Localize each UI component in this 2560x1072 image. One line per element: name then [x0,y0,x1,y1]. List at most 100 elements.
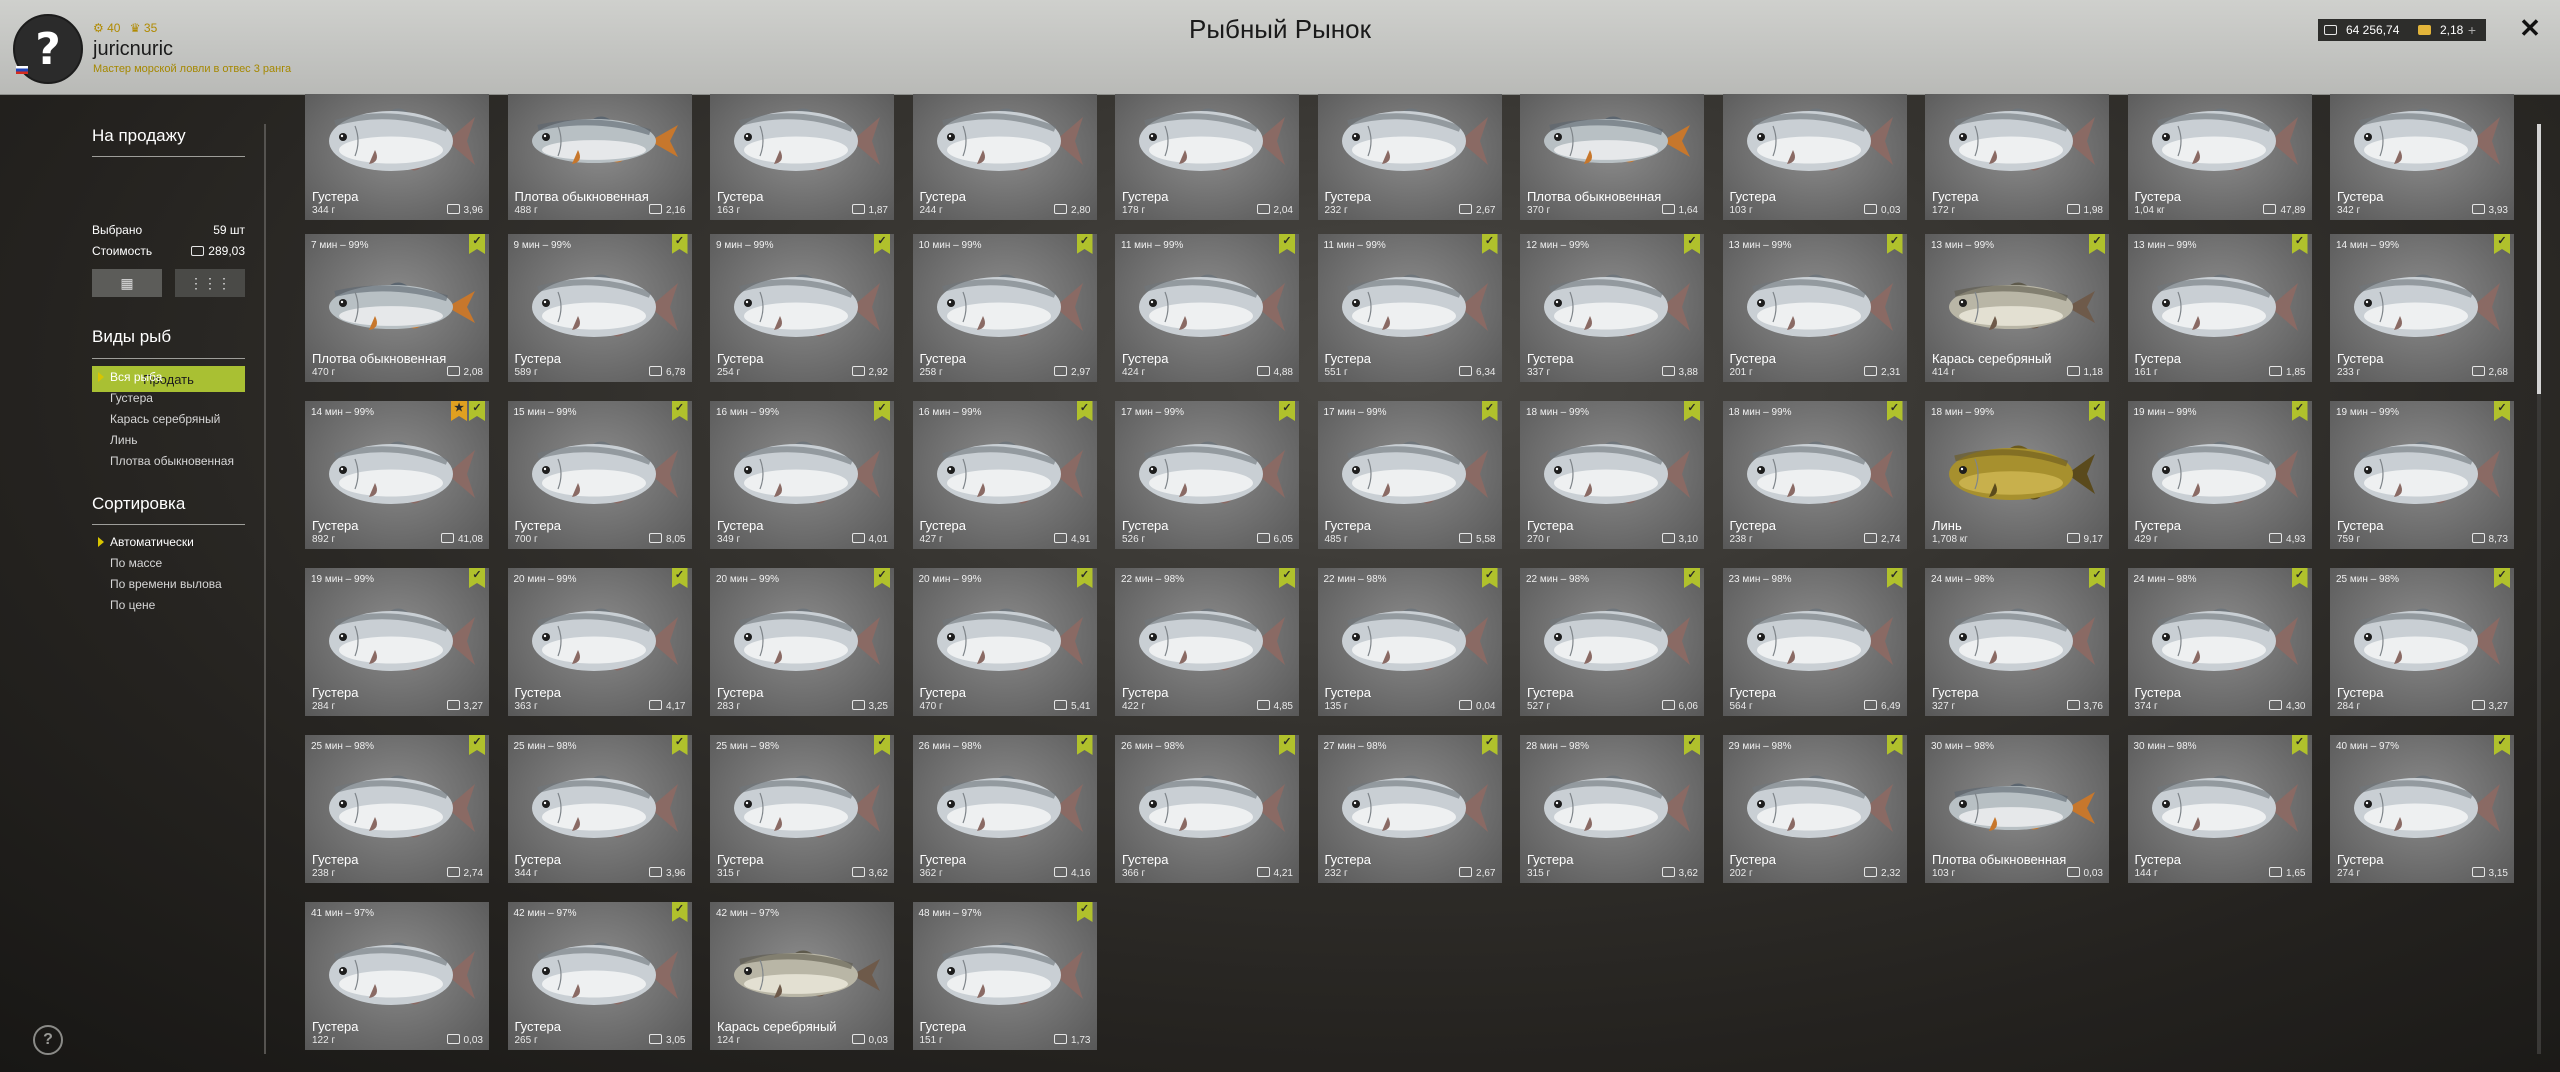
selected-check-icon[interactable]: ✓ [2291,234,2308,254]
close-button[interactable]: ✕ [2516,13,2544,43]
fish-card[interactable]: 23 мин – 98% ✓ Густера 564 г 6,49 [1722,568,1907,716]
selected-check-icon[interactable]: ✓ [469,735,485,755]
fish-card[interactable]: Густера 178 г 2,04 [1115,94,1299,220]
fish-card[interactable]: 11 мин – 99% ✓ Густера 551 г 6,34 [1317,234,1502,382]
fish-card[interactable]: Плотва обыкновенная 370 г 1,64 [1520,94,1704,220]
fish-card[interactable]: 40 мин – 97% ✓ Густера 274 г 3,15 [2330,735,2514,883]
fish-card[interactable]: 20 мин – 99% ✓ Густера 363 г 4,17 [507,568,692,716]
selected-check-icon[interactable]: ✓ [1481,234,1498,254]
selected-check-icon[interactable]: ✓ [671,735,688,755]
selected-check-icon[interactable]: ✓ [1076,234,1093,254]
selected-check-icon[interactable]: ✓ [671,568,688,588]
fish-card[interactable]: 7 мин – 99% ✓ Плотва обыкновенная 470 г 2,08 [305,234,489,382]
selected-check-icon[interactable]: ✓ [1076,568,1093,588]
fish-card[interactable]: 26 мин – 98% ✓ Густера 362 г 4,16 [912,735,1097,883]
selected-check-icon[interactable]: ✓ [874,735,890,755]
fish-card[interactable]: 9 мин – 99% ✓ Густера 254 г 2,92 [710,234,894,382]
sort-option-item[interactable]: Автоматически [98,535,194,549]
selected-check-icon[interactable]: ✓ [671,401,688,421]
selected-check-icon[interactable]: ✓ [2291,568,2308,588]
fish-card[interactable]: 24 мин – 98% ✓ Густера 327 г 3,76 [1925,568,2109,716]
fish-card[interactable]: 12 мин – 99% ✓ Густера 337 г 3,88 [1520,234,1704,382]
fish-card[interactable]: 25 мин – 98% ✓ Густера 284 г 3,27 [2330,568,2514,716]
selected-check-icon[interactable]: ✓ [1279,568,1295,588]
sort-option-item[interactable]: По времени вылова [110,577,222,591]
fish-card[interactable]: 25 мин – 98% ✓ Густера 344 г 3,96 [507,735,692,883]
selected-check-icon[interactable]: ✓ [874,401,890,421]
sort-option-item[interactable]: По цене [110,598,155,612]
fish-card[interactable]: 13 мин – 99% ✓ Густера 161 г 1,85 [2127,234,2312,382]
selected-check-icon[interactable]: ✓ [874,568,890,588]
fish-card[interactable]: 19 мин – 99% ✓ Густера 429 г 4,93 [2127,401,2312,549]
selected-check-icon[interactable]: ✓ [2291,735,2308,755]
selected-check-icon[interactable]: ✓ [1886,401,1903,421]
fish-card[interactable]: Плотва обыкновенная 488 г 2,16 [507,94,692,220]
selected-check-icon[interactable]: ✓ [1076,902,1093,922]
help-button[interactable]: ? [33,1025,63,1055]
fish-card[interactable]: 28 мин – 98% ✓ Густера 315 г 3,62 [1520,735,1704,883]
fish-card[interactable]: 27 мин – 98% ✓ Густера 232 г 2,67 [1317,735,1502,883]
fish-card[interactable]: 29 мин – 98% ✓ Густера 202 г 2,32 [1722,735,1907,883]
fish-card[interactable]: 11 мин – 99% ✓ Густера 424 г 4,88 [1115,234,1299,382]
selected-check-icon[interactable]: ✓ [1886,568,1903,588]
selected-check-icon[interactable]: ✓ [2089,401,2105,421]
fish-card[interactable]: 48 мин – 97% ✓ Густера 151 г 1,73 [912,902,1097,1050]
add-gold-button[interactable]: + [2464,20,2480,40]
selected-check-icon[interactable]: ✓ [1279,234,1295,254]
fish-card[interactable]: 18 мин – 99% ✓ Густера 270 г 3,10 [1520,401,1704,549]
fish-card[interactable]: 22 мин – 98% ✓ Густера 422 г 4,85 [1115,568,1299,716]
grid-large-view-button[interactable]: ▦ [92,269,162,297]
selected-check-icon[interactable]: ✓ [1481,735,1498,755]
selected-check-icon[interactable]: ✓ [671,234,688,254]
selected-check-icon[interactable]: ✓ [1481,568,1498,588]
selected-check-icon[interactable]: ✓ [1076,401,1093,421]
fish-card[interactable]: 42 мин – 97% Карась серебряный 124 г 0,03 [710,902,894,1050]
fish-card[interactable]: 9 мин – 99% ✓ Густера 589 г 6,78 [507,234,692,382]
fish-card[interactable]: 22 мин – 98% ✓ Густера 135 г 0,04 [1317,568,1502,716]
selected-check-icon[interactable]: ✓ [2089,234,2105,254]
species-filter-item[interactable]: Вся рыба [98,370,162,384]
fish-card[interactable]: 16 мин – 99% ✓ Густера 349 г 4,01 [710,401,894,549]
scrollbar[interactable] [2537,124,2541,1054]
fish-card[interactable]: Густера 342 г 3,93 [2330,94,2514,220]
fish-card[interactable]: 14 мин – 99% ✓ Густера 233 г 2,68 [2330,234,2514,382]
selected-check-icon[interactable]: ✓ [1279,401,1295,421]
fish-card[interactable]: 25 мин – 98% ✓ Густера 238 г 2,74 [305,735,489,883]
selected-check-icon[interactable]: ✓ [1684,568,1700,588]
fish-card[interactable]: 18 мин – 99% ✓ Густера 238 г 2,74 [1722,401,1907,549]
fish-card[interactable]: Густера 103 г 0,03 [1722,94,1907,220]
fish-card[interactable]: Густера 344 г 3,96 [305,94,489,220]
selected-check-icon[interactable]: ✓ [469,401,485,421]
fish-card[interactable]: 19 мин – 99% ✓ Густера 284 г 3,27 [305,568,489,716]
fish-card[interactable]: Густера 1,04 кг 47,89 [2127,94,2312,220]
fish-card[interactable]: 17 мин – 99% ✓ Густера 526 г 6,05 [1115,401,1299,549]
selected-check-icon[interactable]: ✓ [874,234,890,254]
fish-card[interactable]: Густера 232 г 2,67 [1317,94,1502,220]
selected-check-icon[interactable]: ✓ [1481,401,1498,421]
fish-card[interactable]: 18 мин – 99% ✓ Линь 1,708 кг 9,17 [1925,401,2109,549]
selected-check-icon[interactable]: ✓ [2494,401,2510,421]
selected-check-icon[interactable]: ✓ [1684,401,1700,421]
scrollbar-thumb[interactable] [2537,124,2541,394]
selected-check-icon[interactable]: ✓ [2494,568,2510,588]
selected-check-icon[interactable]: ✓ [1076,735,1093,755]
fish-card[interactable]: 19 мин – 99% ✓ Густера 759 г 8,73 [2330,401,2514,549]
grid-small-view-button[interactable]: ⋮⋮⋮ [175,269,245,297]
species-filter-item[interactable]: Карась серебряный [110,412,220,426]
fish-card[interactable]: 26 мин – 98% ✓ Густера 366 г 4,21 [1115,735,1299,883]
selected-check-icon[interactable]: ✓ [1279,735,1295,755]
fish-card[interactable]: 22 мин – 98% ✓ Густера 527 г 6,06 [1520,568,1704,716]
fish-card[interactable]: 42 мин – 97% ✓ Густера 265 г 3,05 [507,902,692,1050]
selected-check-icon[interactable]: ✓ [1684,735,1700,755]
fish-card[interactable]: 25 мин – 98% ✓ Густера 315 г 3,62 [710,735,894,883]
fish-card[interactable]: 10 мин – 99% ✓ Густера 258 г 2,97 [912,234,1097,382]
fish-card[interactable]: 15 мин – 99% ✓ Густера 700 г 8,05 [507,401,692,549]
selected-check-icon[interactable]: ✓ [2494,735,2510,755]
fish-card[interactable]: 14 мин – 99% ✓ ★ Густера 892 г 41,08 [305,401,489,549]
fish-card[interactable]: Густера 244 г 2,80 [912,94,1097,220]
species-filter-item[interactable]: Плотва обыкновенная [110,454,234,468]
selected-check-icon[interactable]: ✓ [1886,735,1903,755]
selected-check-icon[interactable]: ✓ [671,902,688,922]
fish-card[interactable]: 20 мин – 99% ✓ Густера 470 г 5,41 [912,568,1097,716]
species-filter-item[interactable]: Линь [110,433,137,447]
